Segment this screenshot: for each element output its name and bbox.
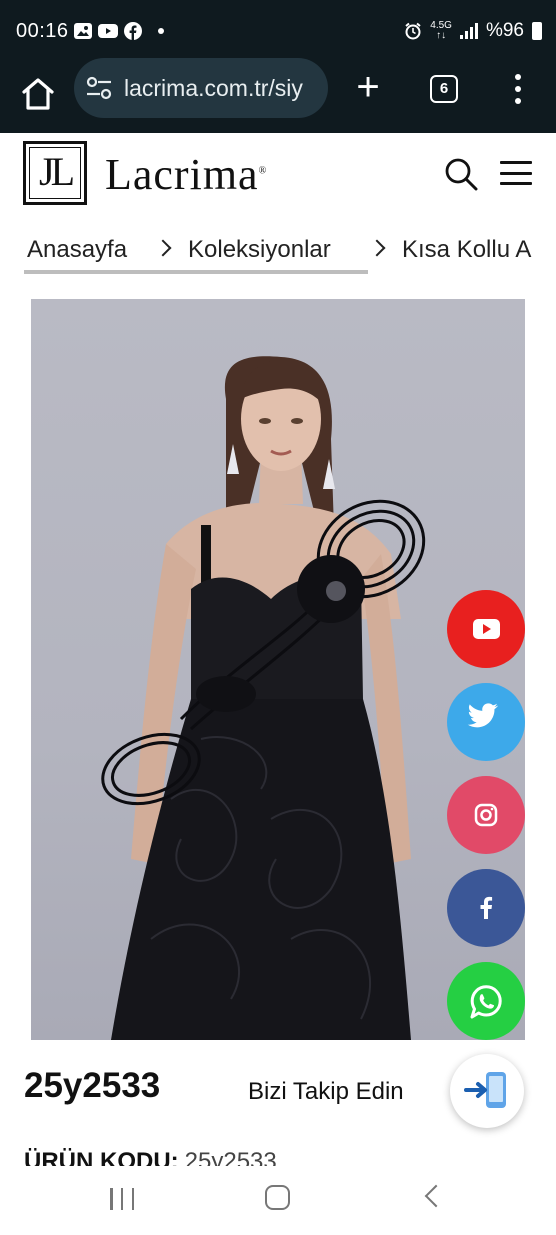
logo-monogram: JL [39,149,75,194]
browser-menu-button[interactable] [512,74,524,104]
facebook-button[interactable] [447,869,525,947]
breadcrumb-collections[interactable]: Koleksiyonlar [188,236,331,264]
url-text[interactable]: lacrima.com.tr/siy [124,75,318,102]
logo-wordmark: Lacrima [105,150,259,199]
product-title: 25y2533 [24,1066,161,1105]
site-header: JL Lacrima® [0,133,556,218]
browser-toolbar: lacrima.com.tr/siy + 6 [0,58,556,133]
instagram-button[interactable] [447,776,525,854]
hamburger-menu-icon[interactable] [500,161,532,185]
youtube-icon [98,24,118,38]
logo-text[interactable]: Lacrima® [105,149,267,200]
home-icon[interactable] [18,74,58,114]
twitter-button[interactable] [447,683,525,761]
battery-percent: %96 [485,20,524,41]
battery-icon [532,22,542,40]
breadcrumb-category[interactable]: Kısa Kollu A [402,236,531,264]
search-icon[interactable] [444,157,478,191]
signal-icon [459,23,478,39]
home-button[interactable] [265,1185,290,1210]
facebook-icon [480,896,493,919]
registered-mark: ® [258,165,268,177]
follow-share-icon [464,1072,506,1108]
chevron-right-icon [154,239,172,257]
system-icons: 4.5G ↑↓ %96 [404,20,542,42]
new-tab-button[interactable]: + [350,67,386,108]
more-notifications-dot [158,28,164,34]
logo-mark[interactable]: JL [23,141,87,205]
site-settings-icon[interactable] [86,76,112,100]
follow-us-button[interactable] [450,1054,524,1128]
network-type: 4.5G ↑↓ [430,20,452,41]
twitter-icon [467,703,499,728]
instagram-icon [474,803,498,827]
tab-switcher-button[interactable]: 6 [430,75,458,103]
notification-icons [74,22,164,40]
follow-us-label: Bizi Takip Edin [248,1078,404,1105]
whatsapp-icon [470,985,502,1019]
whatsapp-button[interactable] [447,962,525,1040]
network-label: 4.5G [430,20,452,31]
breadcrumb-home[interactable]: Anasayfa [27,236,127,264]
product-code-label: ÜRÜN KODU: [24,1148,179,1166]
breadcrumb: Anasayfa Koleksiyonlar Kısa Kollu A [24,224,556,278]
alarm-icon [405,22,421,40]
youtube-icon [473,619,500,639]
breadcrumb-scrollbar[interactable] [24,270,368,274]
facebook-icon [124,22,142,40]
recent-apps-button[interactable] [110,1188,134,1210]
back-button[interactable] [424,1184,448,1208]
product-code-value: 25y2533 [184,1148,277,1166]
youtube-button[interactable] [447,590,525,668]
clock: 00:16 [16,20,69,42]
product-code-line: ÜRÜN KODU: 25y2533 [24,1148,277,1166]
gallery-icon [74,23,92,39]
system-nav-bar [0,1166,556,1235]
status-bar: 00:16 4.5G ↑↓ %96 [0,0,556,58]
address-bar[interactable]: lacrima.com.tr/siy [74,58,328,118]
chevron-right-icon [368,239,386,257]
